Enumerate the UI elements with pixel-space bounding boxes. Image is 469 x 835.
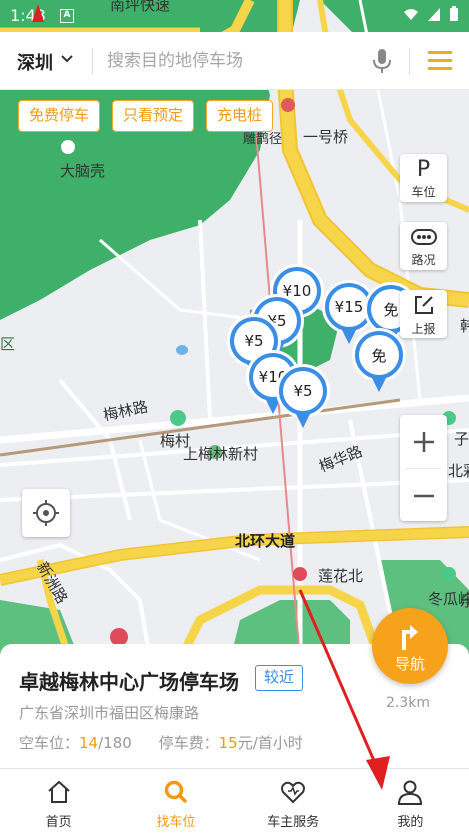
traffic-layer-button[interactable]: 路况: [400, 222, 447, 270]
spaces-label: 空车位：: [19, 734, 80, 752]
wifi-icon: [404, 9, 418, 20]
search-divider: [409, 48, 410, 74]
crosshair-icon: [33, 500, 59, 526]
menu-icon[interactable]: [428, 50, 452, 72]
tab-find-parking-label: 找车位: [156, 815, 196, 830]
bottom-tab-bar: 首页 找车位 车主服务 我的: [0, 768, 469, 835]
pin-label: ¥5: [283, 371, 323, 411]
traffic-layer-label: 路况: [411, 253, 436, 267]
heart-icon: [281, 781, 306, 804]
zoom-control: [400, 415, 447, 521]
navigate-label: 导航: [394, 655, 425, 673]
parking-address: 广东省深圳市福田区梅康路: [19, 704, 200, 722]
fee-unit: 元/首小时: [237, 734, 303, 752]
plus-icon: [413, 431, 434, 452]
parking-layer-button[interactable]: P 车位: [400, 154, 447, 202]
map-label-bridge: 一号桥: [303, 128, 349, 146]
parking-p-icon: P: [416, 157, 431, 182]
search-divider: [92, 48, 93, 74]
tab-owner-services[interactable]: 车主服务: [235, 769, 352, 835]
search-icon: [164, 780, 188, 804]
map-label-beihuan: 北环大道: [235, 532, 296, 550]
tab-home[interactable]: 首页: [0, 769, 117, 835]
tab-find-parking[interactable]: 找车位: [117, 769, 234, 835]
notification-a-icon: A: [60, 9, 74, 23]
search-input[interactable]: [107, 47, 362, 75]
map-label-bei-cai: 北彩田: [448, 462, 469, 480]
edit-icon: [414, 296, 433, 314]
search-bar: 深圳: [0, 32, 469, 90]
tab-owner-services-label: 车主服务: [267, 815, 320, 830]
microphone-icon[interactable]: [372, 48, 392, 74]
status-time: 1:43: [10, 6, 46, 25]
zoom-out-button[interactable]: [400, 469, 447, 522]
filter-reservable[interactable]: 只看预定: [112, 100, 195, 132]
map-label-qu: 区: [0, 335, 16, 353]
minus-icon: [413, 494, 434, 497]
parking-name: 卓越梅林中心广场停车场: [19, 670, 239, 694]
status-icons: [403, 6, 459, 22]
report-button[interactable]: 上报: [400, 290, 447, 338]
map-label-danaoke: 大脑壳: [60, 162, 106, 180]
navigate-button[interactable]: 导航: [372, 608, 448, 684]
report-label: 上报: [411, 322, 436, 336]
chevron-down-icon[interactable]: [60, 54, 74, 64]
distance-badge: 较近: [255, 665, 304, 691]
filter-charging[interactable]: 充电桩: [206, 100, 274, 132]
home-icon: [47, 780, 70, 803]
filter-free-parking[interactable]: 免费停车: [18, 100, 101, 132]
parking-meta: 空车位：14/180 停车费：15元/首小时: [19, 732, 303, 753]
map-label-ziling: 子岭: [454, 430, 469, 448]
map-view[interactable]: 南坪快速 一号桥 雕鹊径 大脑壳 区 梅林路 梅村 上梅林新村 梅华路 北环大道…: [0, 0, 469, 660]
tab-mine-label: 我的: [397, 815, 424, 830]
parking-pin[interactable]: 免: [352, 328, 406, 394]
parking-layer-label: 车位: [411, 185, 436, 199]
traffic-icon: [410, 229, 437, 245]
signal-icon: [428, 8, 440, 21]
map-label-le: 乐: [460, 592, 469, 610]
fee-label: 停车费：: [158, 734, 219, 752]
spaces-free: 14: [79, 734, 99, 752]
spaces-total: /180: [98, 734, 132, 752]
fee-value: 15: [218, 734, 238, 752]
map-label-shangmeilin: 上梅林新村: [183, 445, 259, 463]
city-selector[interactable]: 深圳: [17, 49, 53, 75]
battery-icon: [450, 6, 458, 21]
user-icon: [398, 780, 423, 805]
parking-distance: 2.3km: [386, 695, 431, 711]
tab-home-label: 首页: [45, 815, 72, 830]
map-label-han: 韩: [460, 317, 469, 335]
pin-label: 免: [359, 335, 399, 375]
navigation-arrow-icon: [402, 625, 418, 650]
pin-label: ¥15: [329, 287, 369, 327]
map-label-lianhuabei: 莲花北: [318, 567, 364, 585]
tab-mine[interactable]: 我的: [352, 769, 469, 835]
zoom-in-button[interactable]: [400, 415, 447, 468]
parking-pin[interactable]: ¥5: [276, 364, 330, 430]
locate-button[interactable]: [22, 489, 70, 537]
status-bar: 1:43 A: [0, 0, 469, 32]
